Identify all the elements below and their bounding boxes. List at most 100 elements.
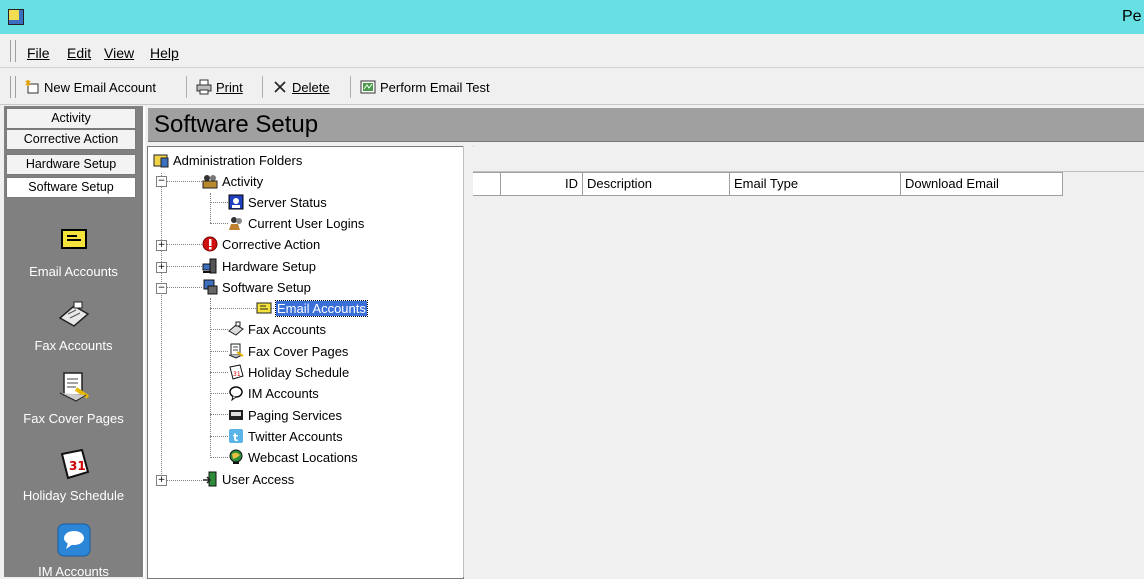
menu-file[interactable]: File [27, 45, 50, 61]
menu-help-label: Help [150, 45, 179, 61]
app-icon[interactable] [8, 9, 24, 25]
tree-node-administration-folders[interactable]: Administration Folders [153, 152, 302, 169]
nav-fax-cover-pages-label: Fax Cover Pages [23, 411, 124, 426]
tree-node-fax-accounts[interactable]: Fax Accounts [228, 321, 326, 338]
menu-edit-label: Edit [67, 45, 92, 61]
tree-label: Software Setup [222, 280, 311, 295]
tree-node-user-access[interactable]: User Access [202, 471, 294, 488]
admin-folder-tree[interactable]: Administration Folders − Activity Server… [147, 146, 464, 579]
tree-line [210, 436, 228, 437]
column-header-description[interactable]: Description [583, 173, 730, 195]
print-label: Print [216, 79, 243, 95]
menu-grip-handle[interactable] [10, 40, 16, 62]
tree-line [210, 393, 228, 394]
toolbar: New Email Account Print Delete Perform E… [0, 70, 1144, 105]
toolbar-separator [186, 76, 187, 98]
tree-line [210, 193, 211, 223]
perform-email-test-button[interactable]: Perform Email Test [360, 76, 490, 98]
tree-node-webcast-locations[interactable]: Webcast Locations [228, 449, 358, 466]
menu-help[interactable]: Help [150, 45, 179, 61]
fax-machine-icon [56, 296, 92, 332]
nav-holiday-schedule[interactable]: 31 Holiday Schedule [4, 446, 143, 503]
tree-node-hardware-setup[interactable]: Hardware Setup [202, 258, 316, 275]
left-navigation: Activity Corrective Action Hardware Setu… [4, 106, 145, 579]
fax-cover-page-icon [56, 369, 92, 405]
tree-line [210, 414, 228, 415]
collapse-toggle-software-setup[interactable]: − [156, 283, 167, 294]
tree-label: Holiday Schedule [248, 365, 350, 380]
tree-node-im-accounts[interactable]: IM Accounts [228, 385, 319, 402]
tree-node-current-user-logins[interactable]: Current User Logins [228, 215, 364, 232]
nav-im-accounts[interactable]: IM Accounts [4, 522, 143, 579]
column-header-email-type[interactable]: Email Type [730, 173, 901, 195]
menu-edit[interactable]: Edit [67, 45, 91, 61]
tree-node-fax-cover-pages[interactable]: Fax Cover Pages [228, 343, 348, 360]
menu-view-label: View [104, 45, 135, 61]
nav-holiday-schedule-label: Holiday Schedule [22, 488, 125, 503]
menu-file-label: File [27, 45, 50, 61]
tree-label: Fax Cover Pages [248, 344, 349, 359]
nav-tab-software-setup[interactable]: Software Setup [6, 177, 136, 198]
expand-toggle-corrective-action[interactable]: + [156, 240, 167, 251]
chat-bubble-icon [56, 522, 92, 558]
nav-fax-accounts-label: Fax Accounts [34, 338, 113, 353]
window-title: Pe [1122, 8, 1142, 25]
expand-toggle-hardware-setup[interactable]: + [156, 262, 167, 273]
fax-cover-page-icon [228, 343, 244, 359]
svg-text:31: 31 [69, 459, 86, 473]
server-status-icon [228, 194, 244, 210]
grid-header: ID Description Email Type Download Email [473, 172, 1063, 196]
delete-button[interactable]: Delete [272, 76, 330, 98]
tree-line [161, 173, 162, 484]
activity-icon [202, 173, 218, 189]
tree-label: Current User Logins [248, 216, 365, 231]
delete-label: Delete [292, 79, 330, 95]
column-header-id[interactable]: ID [501, 173, 583, 195]
tree-node-paging-services[interactable]: Paging Services [228, 407, 342, 424]
email-icon [256, 300, 272, 316]
tree-node-twitter-accounts[interactable]: t Twitter Accounts [228, 428, 343, 445]
menu-view[interactable]: View [104, 45, 134, 61]
nav-tab-corrective-action[interactable]: Corrective Action [6, 129, 136, 150]
nav-tab-activity[interactable]: Activity [6, 108, 136, 129]
tree-label: Server Status [248, 195, 327, 210]
row-selector-header[interactable] [473, 173, 501, 195]
nav-tab-hardware-setup[interactable]: Hardware Setup [6, 154, 136, 175]
alert-icon [202, 236, 218, 252]
tree-line [166, 266, 202, 267]
column-header-download-email[interactable]: Download Email [901, 173, 1063, 195]
tree-label: IM Accounts [248, 386, 319, 401]
tree-line [210, 202, 228, 203]
delete-x-icon [272, 79, 288, 95]
title-bar: Pe [0, 0, 1144, 34]
toolbar-separator [350, 76, 351, 98]
tree-line [210, 457, 228, 458]
tree-node-email-accounts[interactable]: Email Accounts [256, 300, 368, 317]
print-button[interactable]: Print [196, 76, 243, 98]
tree-node-server-status[interactable]: Server Status [228, 194, 327, 211]
nav-email-accounts[interactable]: Email Accounts [4, 222, 143, 279]
new-email-account-button[interactable]: New Email Account [24, 76, 156, 98]
svg-text:t: t [233, 431, 238, 444]
tree-node-software-setup[interactable]: Software Setup [202, 279, 311, 296]
tree-node-corrective-action[interactable]: Corrective Action [202, 236, 320, 253]
new-email-account-label: New Email Account [44, 79, 156, 95]
perform-email-test-label: Perform Email Test [380, 79, 490, 95]
pager-icon [228, 407, 244, 423]
tree-label: Corrective Action [222, 237, 321, 252]
page-header: Software Setup [148, 108, 1144, 142]
fax-machine-icon [228, 321, 244, 337]
nav-fax-cover-pages[interactable]: Fax Cover Pages [4, 369, 143, 426]
tree-node-holiday-schedule[interactable]: 31 Holiday Schedule [228, 364, 349, 381]
twitter-icon: t [228, 428, 244, 444]
email-accounts-grid: ID Description Email Type Download Email [473, 147, 1144, 577]
expand-toggle-user-access[interactable]: + [156, 475, 167, 486]
chat-bubble-icon [228, 385, 244, 402]
tree-line [166, 244, 202, 245]
toolbar-grip-handle[interactable] [10, 76, 16, 98]
tree-label: Email Accounts [275, 300, 368, 317]
nav-fax-accounts[interactable]: Fax Accounts [4, 296, 143, 353]
collapse-toggle-activity[interactable]: − [156, 176, 167, 187]
tree-node-activity[interactable]: Activity [202, 173, 263, 190]
email-icon [56, 222, 92, 258]
